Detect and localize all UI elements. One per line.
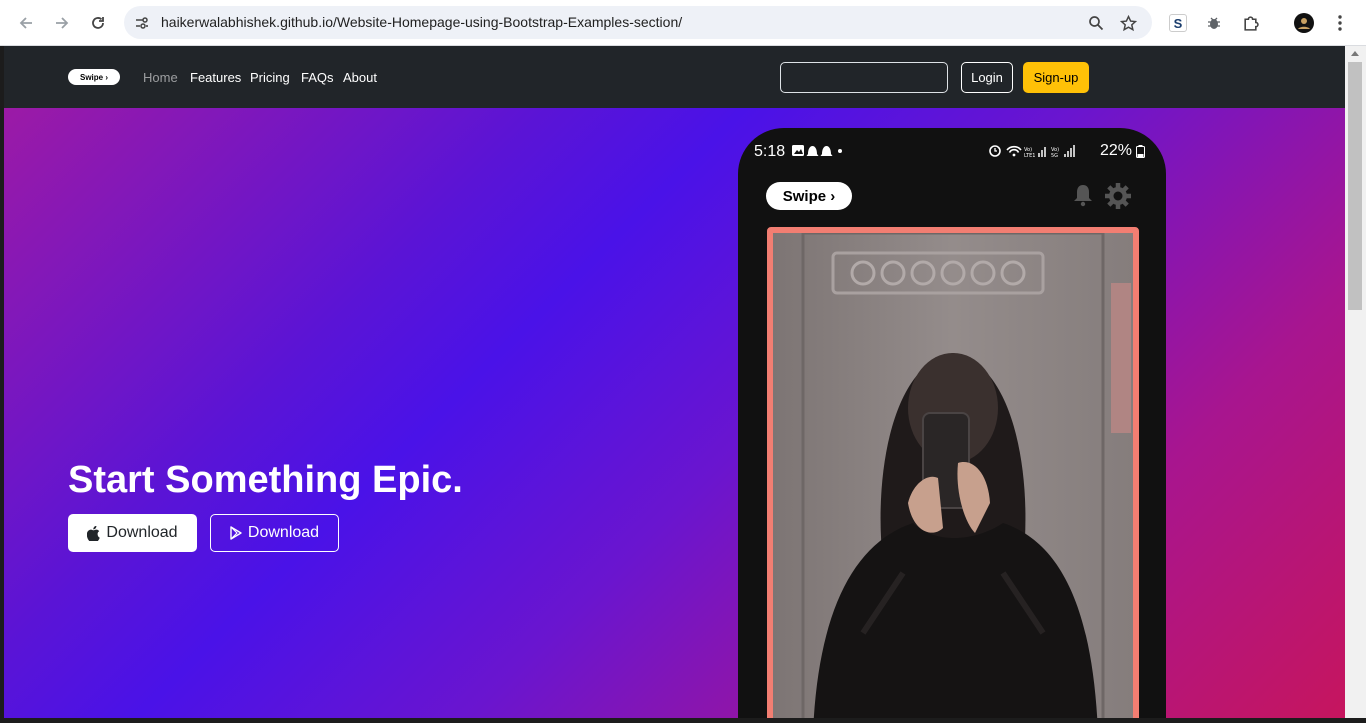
- reload-button[interactable]: [85, 10, 111, 36]
- arrow-left-icon: [19, 17, 32, 29]
- arrow-right-icon: [56, 17, 69, 29]
- notification-icons: [792, 145, 842, 156]
- google-play-icon: [230, 526, 242, 540]
- phone-battery-text: 22%: [1100, 142, 1133, 159]
- hero-title: Start Something Epic.: [68, 459, 463, 501]
- hero-section: Start Something Epic. Download Download …: [4, 108, 1345, 718]
- apple-download-button[interactable]: Download: [68, 514, 197, 552]
- extension-s-icon[interactable]: S: [1166, 11, 1190, 35]
- play-download-label: Download: [247, 524, 320, 541]
- bookmark-star-icon[interactable]: [1118, 13, 1138, 33]
- search-input[interactable]: [780, 62, 948, 93]
- mirror-selfie-illustration: [773, 233, 1133, 718]
- nav-link-features[interactable]: Features: [190, 70, 241, 85]
- phone-mockup: 5:18 Vo) LTE1 Vo) 5G 22% Swipe ›: [738, 128, 1166, 718]
- signup-button[interactable]: Sign-up: [1023, 62, 1089, 93]
- apple-download-label: Download: [106, 524, 178, 541]
- play-store-download-button[interactable]: Download: [210, 514, 339, 552]
- window-border-bottom: [0, 718, 1366, 723]
- reload-icon: [92, 17, 104, 29]
- back-button[interactable]: [13, 10, 39, 36]
- svg-text:LTE1: LTE1: [1024, 153, 1036, 158]
- scrollbar-thumb[interactable]: [1348, 62, 1362, 310]
- site-navbar: Swipe › Home Features Pricing FAQs About…: [4, 46, 1345, 108]
- nav-link-faqs[interactable]: FAQs: [301, 70, 334, 85]
- web-page: Swipe › Home Features Pricing FAQs About…: [4, 46, 1345, 718]
- zoom-icon[interactable]: [1086, 13, 1106, 33]
- login-button[interactable]: Login: [961, 62, 1013, 93]
- bell-icon: [1074, 185, 1092, 207]
- profile-avatar[interactable]: [1292, 11, 1316, 35]
- bug-extension-icon[interactable]: [1202, 11, 1226, 35]
- forward-button[interactable]: [49, 10, 75, 36]
- settings-gear-icon: [1105, 183, 1131, 209]
- nav-link-about[interactable]: About: [343, 70, 377, 85]
- extensions-puzzle-icon[interactable]: [1238, 11, 1262, 35]
- apple-icon: [87, 525, 101, 541]
- more-menu-icon[interactable]: [1328, 11, 1352, 35]
- site-info-icon[interactable]: [132, 13, 152, 33]
- page-scrollbar[interactable]: [1345, 46, 1366, 718]
- nav-link-pricing[interactable]: Pricing: [250, 70, 290, 85]
- svg-text:5G: 5G: [1051, 153, 1058, 158]
- browser-toolbar: haikerwalabhishek.github.io/Website-Home…: [0, 0, 1366, 46]
- phone-status-time: 5:18: [754, 143, 786, 160]
- app-logo: Swipe ›: [766, 182, 852, 210]
- status-signal-icons: Vo) LTE1 Vo) 5G: [989, 145, 1075, 158]
- scroll-up-arrow[interactable]: [1351, 51, 1359, 56]
- brand-logo[interactable]: Swipe ›: [68, 69, 120, 85]
- battery-icon: [1136, 145, 1145, 158]
- url-text[interactable]: haikerwalabhishek.github.io/Website-Home…: [161, 14, 682, 30]
- address-bar[interactable]: haikerwalabhishek.github.io/Website-Home…: [124, 6, 1152, 39]
- profile-photo: [767, 227, 1139, 718]
- nav-link-home[interactable]: Home: [143, 70, 178, 85]
- window-border: [0, 46, 4, 723]
